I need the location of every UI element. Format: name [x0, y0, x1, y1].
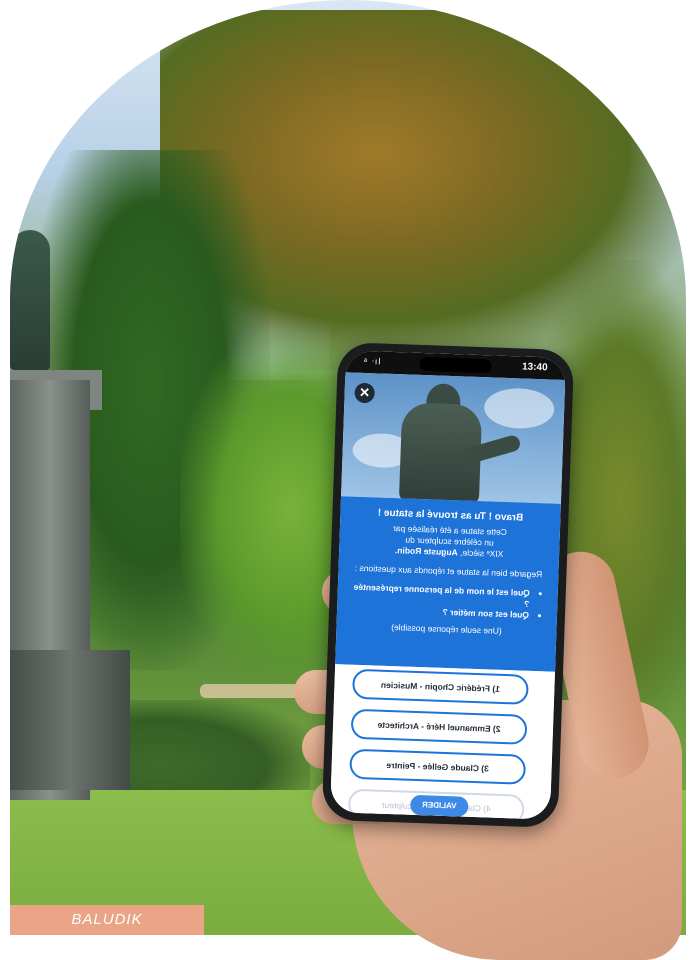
phone-screen: ᵃ ᐧıl 13:40 ✕ Bravo ! Tu as trouvé la st… [330, 350, 566, 820]
stone-monument [10, 230, 130, 800]
signal-icon: ᵃ ᐧıl [363, 355, 382, 367]
close-button[interactable]: ✕ [354, 382, 375, 404]
monument-base [10, 650, 130, 790]
cloud [483, 387, 555, 430]
answers-list: 1) Frédéric Chopin - Musicien 2) Emmanue… [330, 664, 556, 820]
validate-button[interactable]: VALIDER [409, 794, 469, 817]
instruction-text: Regarde bien la statue et réponds aux qu… [354, 562, 543, 580]
sculptor-name: Auguste Rodin. [394, 545, 458, 558]
info-panel: Bravo ! Tu as trouvé la statue ! Cette s… [335, 496, 561, 672]
dynamic-island [419, 356, 492, 374]
smartphone: ᵃ ᐧıl 13:40 ✕ Bravo ! Tu as trouvé la st… [321, 342, 575, 828]
statue-photo: ✕ [341, 372, 566, 504]
answer-option-2[interactable]: 2) Emmanuel Héré - Architecte [350, 708, 528, 745]
question-list: Quel est le nom de la personne représent… [351, 582, 544, 622]
single-answer-note: (Une seule réponse possible) [391, 622, 502, 636]
status-time: 13:40 [521, 361, 548, 374]
century-text: XIXᵉ siècle, [457, 547, 504, 559]
answer-option-1[interactable]: 1) Frédéric Chopin - Musicien [351, 668, 529, 705]
photo-credit: BALUDIK [10, 905, 204, 935]
answer-option-3[interactable]: 3) Claude Gellée - Peintre [349, 748, 527, 785]
bronze-figure [10, 230, 50, 370]
